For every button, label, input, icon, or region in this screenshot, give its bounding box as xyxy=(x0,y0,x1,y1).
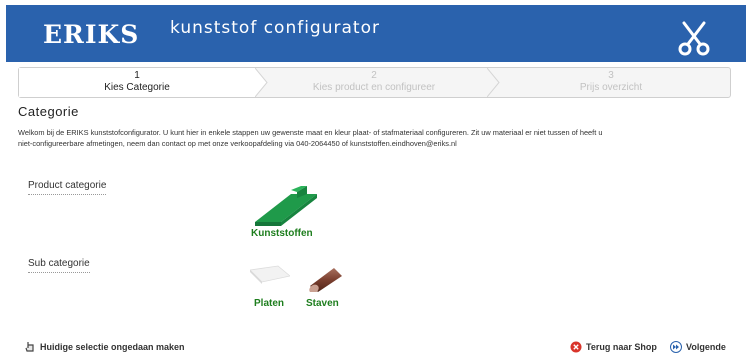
label-divider xyxy=(28,269,90,273)
section-title: Categorie xyxy=(18,104,79,119)
platen-option[interactable]: Platen xyxy=(254,298,284,309)
step-number: 3 xyxy=(608,70,614,81)
sub-category-label-text: Sub categorie xyxy=(28,258,90,269)
back-to-shop-label: Terug naar Shop xyxy=(586,342,657,352)
kunststoffen-option[interactable]: Kunststoffen xyxy=(251,228,313,239)
next-label: Volgende xyxy=(686,342,726,352)
product-category-label-text: Product categorie xyxy=(28,180,107,191)
undo-hand-icon xyxy=(25,342,34,352)
back-to-shop-link[interactable]: Terug naar Shop xyxy=(570,341,657,353)
step-number: 2 xyxy=(371,70,377,81)
app-header: ERIKS kunststof configurator xyxy=(6,5,746,62)
step-kies-product: 2 Kies product en configureer xyxy=(259,68,489,97)
staven-option[interactable]: Staven xyxy=(306,298,339,309)
step-label: Kies Categorie xyxy=(104,82,170,93)
platen-image[interactable] xyxy=(250,264,290,290)
sub-category-label: Sub categorie xyxy=(28,258,90,273)
label-divider xyxy=(28,191,107,195)
fast-forward-icon xyxy=(670,341,682,353)
app-title: kunststof configurator xyxy=(170,18,380,38)
kunststoffen-image[interactable] xyxy=(251,184,325,226)
product-category-label: Product categorie xyxy=(28,180,107,195)
step-kies-categorie[interactable]: 1 Kies Categorie xyxy=(19,68,255,97)
intro-text: Welkom bij de ERIKS kunststofconfigurato… xyxy=(18,128,603,148)
wizard-steps: 1 Kies Categorie 2 Kies product en confi… xyxy=(18,67,731,98)
scissors-icon xyxy=(678,21,710,56)
eriks-logo[interactable]: ERIKS xyxy=(43,21,138,49)
staven-image[interactable] xyxy=(306,264,344,292)
step-label: Kies product en configureer xyxy=(312,82,436,93)
next-link[interactable]: Volgende xyxy=(670,341,726,353)
step-number: 1 xyxy=(134,70,140,81)
undo-selection-label: Huidige selectie ongedaan maken xyxy=(40,342,185,352)
step-label: Prijs overzicht xyxy=(579,82,643,93)
close-circle-icon xyxy=(570,341,582,353)
step-prijs-overzicht: 3 Prijs overzicht xyxy=(493,68,729,97)
undo-selection-link[interactable]: Huidige selectie ongedaan maken xyxy=(24,341,185,353)
